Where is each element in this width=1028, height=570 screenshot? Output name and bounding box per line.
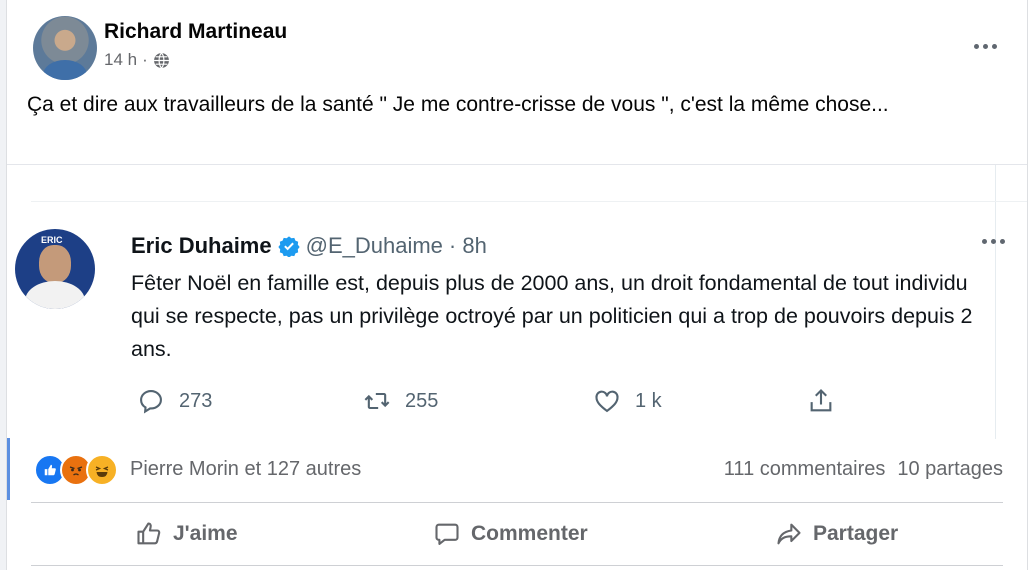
post-card: Richard Martineau 14 h · Ça et dire aux … [6,0,1028,570]
post-time[interactable]: 14 h [104,50,137,70]
more-dots-icon [973,43,997,49]
tweet-avatar-face [39,245,71,283]
reply-count: 273 [179,389,213,412]
reactions-bar: Pierre Morin et 127 autres 111 commentai… [7,438,1027,500]
author-avatar[interactable] [33,16,97,80]
post-text: Ça et dire aux travailleurs de la santé … [27,93,889,116]
share-button-label: Partager [813,522,899,545]
upload-share-icon [810,389,832,412]
tweet-actions: 273 255 1 k [131,387,832,419]
tweet-more-icon [982,239,1005,244]
tweet-share [807,387,835,415]
comment-button-label: Commenter [471,522,588,545]
tweet-time: · 8h [448,233,487,258]
share-arrow-icon [777,523,801,545]
tweet-screenshot[interactable]: ERIC Eric Duhaime @E_Duhaime · 8h Fêter … [7,164,1027,439]
tweet-top-divider [31,201,1027,202]
post-actions: J'aime Commenter Partager [31,502,1003,566]
post-meta: 14 h · [104,50,170,70]
reaction-names[interactable]: Pierre Morin et 127 autres [130,458,361,481]
retweet-icon [364,392,390,410]
share-count[interactable]: 10 partages [897,458,1003,481]
haha-reaction-icon [86,454,118,486]
comment-button[interactable]: Commenter [433,503,588,565]
engagement-counts: 111 commentaires 10 partages [724,458,1003,481]
tweet-avatar-body [25,281,85,309]
share-button[interactable]: Partager [775,503,898,565]
tweet-author-name: Eric Duhaime [131,233,272,258]
tweet-like: 1 k [593,387,662,415]
tweet-avatar: ERIC [15,229,95,309]
tweet-retweet: 255 [363,387,438,415]
retweet-count: 255 [405,389,439,412]
comment-icon [435,523,459,545]
comment-count[interactable]: 111 commentaires [724,458,886,481]
heart-icon [595,390,619,413]
reaction-icons[interactable] [34,454,118,486]
meta-separator: · [142,50,148,69]
tweet-reply: 273 [137,387,212,415]
post-options-button[interactable] [963,28,1007,64]
like-button[interactable]: J'aime [135,503,238,565]
tweet-handle: @E_Duhaime [305,233,443,258]
like-count: 1 k [635,389,662,412]
thumbs-up-icon [137,522,161,545]
tweet-header: Eric Duhaime @E_Duhaime · 8h [131,233,487,259]
tweet-avatar-logo: ERIC [41,235,63,245]
verified-icon [277,236,300,257]
tweet-text: Fêter Noël en famille est, depuis plus d… [131,271,973,361]
author-name[interactable]: Richard Martineau [104,20,287,44]
globe-icon [153,52,169,68]
reply-icon [140,390,162,414]
like-button-label: J'aime [173,522,238,545]
